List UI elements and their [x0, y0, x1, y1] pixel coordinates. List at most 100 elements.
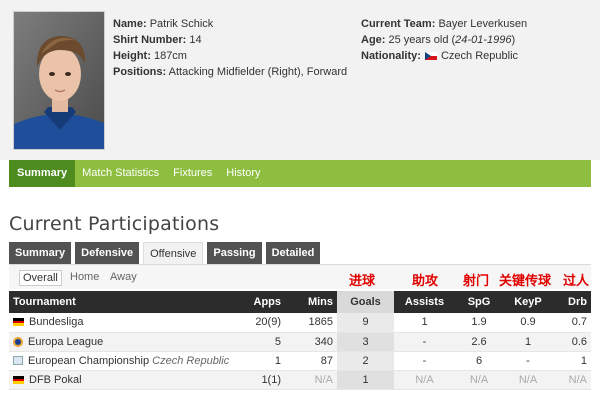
tournament-cell[interactable]: European Championship Czech Republic	[9, 351, 235, 371]
keyp-cell: N/A	[503, 370, 553, 390]
table-row: Europa League 5 340 3 - 2.6 1 0.6	[9, 332, 591, 352]
positions-label: Positions:	[113, 66, 167, 78]
spg-cell: 1.9	[455, 313, 503, 333]
annotation-dribbles: 过人	[563, 274, 590, 289]
goals-cell: 2	[337, 351, 394, 371]
header-spg[interactable]: SpG	[455, 291, 503, 313]
filter-home[interactable]: Home	[70, 270, 99, 284]
europa-league-icon	[13, 336, 23, 347]
tournament-name[interactable]: DFB Pokal	[29, 374, 82, 386]
goals-cell: 3	[337, 332, 394, 352]
table-header-row: Tournament Apps Mins Goals Assists SpG K…	[9, 291, 591, 313]
header-tournament[interactable]: Tournament	[9, 291, 235, 313]
player-height: 187cm	[153, 50, 187, 62]
header-keyp[interactable]: KeyP	[503, 291, 553, 313]
height-label: Height:	[113, 50, 151, 62]
drb-cell: 1	[553, 351, 591, 371]
nav-summary[interactable]: Summary	[9, 160, 76, 187]
nav-match-statistics[interactable]: Match Statistics	[75, 160, 166, 187]
european-championship-icon	[13, 355, 23, 365]
mins-cell: 340	[285, 332, 337, 352]
tournament-cell[interactable]: Europa League	[9, 332, 235, 352]
tournament-name[interactable]: European Championship	[28, 355, 149, 367]
germany-flag-icon	[13, 318, 24, 327]
header-mins[interactable]: Mins	[285, 291, 337, 313]
tab-offensive[interactable]: Offensive	[143, 242, 204, 264]
drb-cell: 0.7	[553, 313, 591, 333]
mins-cell: 1865	[285, 313, 337, 333]
nationality-label: Nationality:	[361, 50, 421, 62]
drb-cell: N/A	[553, 370, 591, 390]
table-row: DFB Pokal 1(1) N/A 1 N/A N/A N/A N/A	[9, 370, 591, 390]
annotation-goals: 进球	[349, 274, 376, 289]
shirt-label: Shirt Number:	[113, 34, 187, 46]
apps-cell: 20(9)	[235, 313, 285, 333]
shirt-number: 14	[189, 34, 202, 46]
tournament-name[interactable]: Bundesliga	[29, 316, 83, 328]
spg-cell: 6	[455, 351, 503, 371]
stats-tabs: Summary Defensive Offensive Passing Deta…	[9, 242, 324, 264]
player-profile: Name: Patrik Schick Shirt Number: 14 Hei…	[0, 0, 600, 160]
age-label: Age:	[361, 34, 386, 46]
tab-summary[interactable]: Summary	[9, 242, 72, 264]
annotation-assists: 助攻	[412, 274, 439, 289]
section-title: Current Participations	[9, 213, 220, 235]
date-of-birth: 24-01-1996	[455, 34, 512, 46]
height-row: Height: 187cm	[113, 48, 347, 64]
filter-away[interactable]: Away	[110, 270, 137, 284]
mins-cell: N/A	[285, 370, 337, 390]
spg-cell: 2.6	[455, 332, 503, 352]
player-age: 25 years old (	[388, 34, 456, 46]
tournament-cell[interactable]: Bundesliga	[9, 313, 235, 333]
assists-cell: -	[394, 332, 455, 352]
annotation-shots: 射门	[463, 274, 490, 289]
filter-overall[interactable]: Overall	[19, 270, 62, 286]
assists-cell: 1	[394, 313, 455, 333]
tournament-name[interactable]: Europa League	[28, 336, 103, 348]
player-name: Patrik Schick	[149, 18, 214, 30]
player-photo	[13, 11, 105, 150]
stats-table: Tournament Apps Mins Goals Assists SpG K…	[9, 291, 591, 390]
spg-cell: N/A	[455, 370, 503, 390]
player-name-row: Name: Patrik Schick	[113, 16, 347, 32]
header-goals[interactable]: Goals	[337, 291, 394, 313]
positions-row: Positions: Attacking Midfielder (Right),…	[113, 64, 347, 80]
nav-fixtures[interactable]: Fixtures	[166, 160, 219, 187]
apps-cell: 5	[235, 332, 285, 352]
shirt-number-row: Shirt Number: 14	[113, 32, 347, 48]
team-label: Current Team:	[361, 18, 436, 30]
header-assists[interactable]: Assists	[394, 291, 455, 313]
player-info-left: Name: Patrik Schick Shirt Number: 14 Hei…	[113, 16, 347, 80]
nav-history[interactable]: History	[219, 160, 267, 187]
czech-flag-icon	[424, 52, 437, 60]
age-row: Age: 25 years old (24-01-1996)	[361, 32, 527, 48]
name-label: Name:	[113, 18, 147, 30]
tab-passing[interactable]: Passing	[207, 242, 262, 264]
goals-cell: 9	[337, 313, 394, 333]
age-close-paren: )	[511, 34, 516, 46]
header-drb[interactable]: Drb	[553, 291, 591, 313]
drb-cell: 0.6	[553, 332, 591, 352]
apps-cell: 1(1)	[235, 370, 285, 390]
current-team: Bayer Leverkusen	[438, 18, 528, 30]
nationality-row: Nationality: Czech Republic	[361, 48, 527, 64]
tab-detailed[interactable]: Detailed	[265, 242, 321, 264]
player-positions: Attacking Midfielder (Right), Forward	[168, 66, 348, 78]
table-row: European Championship Czech Republic 1 8…	[9, 351, 591, 371]
goals-cell: 1	[337, 370, 394, 390]
mins-cell: 87	[285, 351, 337, 371]
current-team-row: Current Team: Bayer Leverkusen	[361, 16, 527, 32]
tournament-country: Czech Republic	[152, 354, 230, 367]
tab-defensive[interactable]: Defensive	[75, 242, 140, 264]
apps-cell: 1	[235, 351, 285, 371]
player-info-right: Current Team: Bayer Leverkusen Age: 25 y…	[361, 16, 527, 64]
tournament-cell[interactable]: DFB Pokal	[9, 370, 235, 390]
player-nav: Summary Match Statistics Fixtures Histor…	[9, 160, 591, 187]
assists-cell: N/A	[394, 370, 455, 390]
player-nationality: Czech Republic	[440, 50, 519, 62]
keyp-cell: 1	[503, 332, 553, 352]
header-apps[interactable]: Apps	[235, 291, 285, 313]
table-row: Bundesliga 20(9) 1865 9 1 1.9 0.9 0.7	[9, 313, 591, 333]
keyp-cell: -	[503, 351, 553, 371]
player-photo-image	[14, 12, 104, 149]
